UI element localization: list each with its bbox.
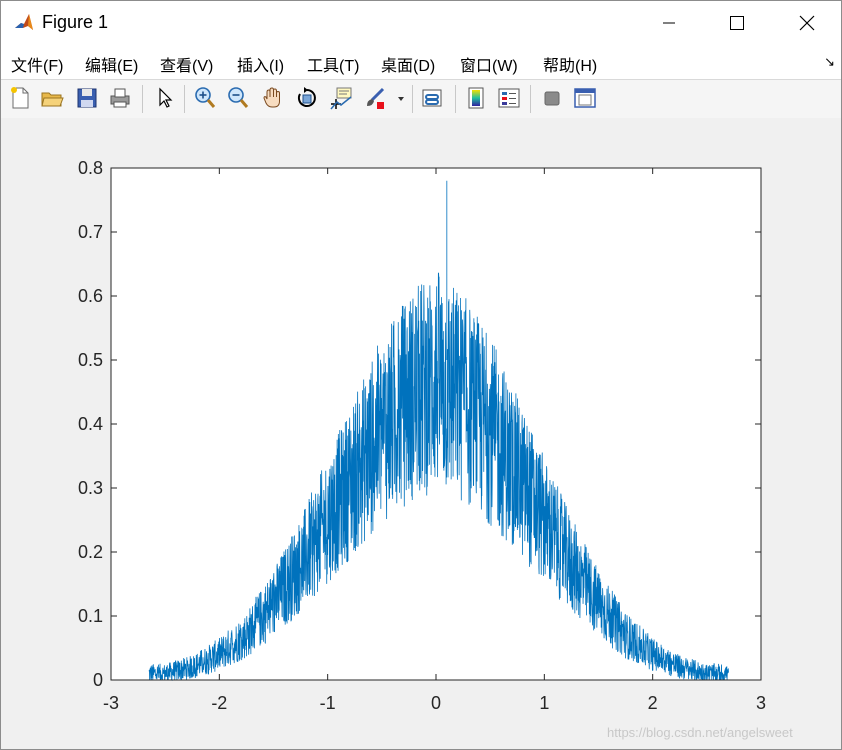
- x-tick-label: 2: [648, 693, 658, 713]
- y-tick-label: 0.6: [78, 286, 103, 306]
- show-plot-tools-icon[interactable]: [572, 85, 598, 111]
- minimize-icon: [663, 22, 675, 24]
- x-tick-label: 0: [431, 693, 441, 713]
- y-tick-label: 0.4: [78, 414, 103, 434]
- close-icon: [799, 15, 815, 31]
- x-tick-label: -1: [320, 693, 336, 713]
- dock-arrow-icon[interactable]: ↘: [824, 54, 835, 70]
- title-bar[interactable]: Figure 1: [1, 1, 841, 45]
- brush-icon[interactable]: [362, 85, 388, 111]
- close-button[interactable]: [779, 1, 835, 45]
- x-tick-label: 1: [539, 693, 549, 713]
- menu-tools[interactable]: 工具(T): [307, 52, 359, 76]
- y-tick-label: 0.7: [78, 222, 103, 242]
- new-figure-icon[interactable]: [7, 85, 33, 111]
- menu-file[interactable]: 文件(F): [11, 52, 63, 76]
- insert-colorbar-icon[interactable]: [463, 85, 489, 111]
- x-tick-label: 3: [756, 693, 766, 713]
- zoom-out-icon[interactable]: [225, 85, 251, 111]
- print-icon[interactable]: [107, 85, 133, 111]
- menu-help[interactable]: 帮助(H): [543, 52, 597, 76]
- menu-bar: 文件(F) 编辑(E) 查看(V) 插入(I) 工具(T) 桌面(D) 窗口(W…: [1, 45, 841, 79]
- toolbar-separator: [412, 85, 413, 113]
- y-tick-label: 0.1: [78, 606, 103, 626]
- edit-plot-icon[interactable]: [152, 85, 178, 111]
- menu-insert[interactable]: 插入(I): [237, 52, 284, 76]
- hide-plot-tools-icon[interactable]: [539, 85, 565, 111]
- x-tick-label: -2: [211, 693, 227, 713]
- window-title: Figure 1: [42, 12, 109, 32]
- rotate-3d-icon[interactable]: [294, 85, 320, 111]
- figure-window: Figure 1 文件(F) 编辑(E) 查看(V) 插入(I) 工具(T) 桌…: [0, 0, 842, 750]
- plot-axes[interactable]: -3 -2 -1 0 1 2 3 0 0.1 0.2 0.3 0.4 0.5 0.6 0.7 0.8: [1, 118, 841, 749]
- y-tick-label: 0.2: [78, 542, 103, 562]
- maximize-button[interactable]: [709, 1, 765, 45]
- save-icon[interactable]: [74, 85, 100, 111]
- pan-icon[interactable]: [260, 85, 286, 111]
- menu-view[interactable]: 查看(V): [160, 52, 213, 76]
- y-tick-label: 0.8: [78, 158, 103, 178]
- menu-desktop[interactable]: 桌面(D): [381, 52, 435, 76]
- toolbar-separator: [530, 85, 531, 113]
- toolbar-separator: [184, 85, 185, 113]
- insert-legend-icon[interactable]: [496, 85, 522, 111]
- brush-dropdown-icon[interactable]: [394, 85, 408, 111]
- figure-toolbar: [1, 79, 841, 119]
- watermark-text: https://blog.csdn.net/angelsweet: [607, 725, 793, 740]
- toolbar-separator: [142, 85, 143, 113]
- minimize-button[interactable]: [641, 1, 697, 45]
- menu-edit[interactable]: 编辑(E): [85, 52, 138, 76]
- x-tick-label: -3: [103, 693, 119, 713]
- matlab-logo-icon: [13, 12, 35, 34]
- y-tick-label: 0.5: [78, 350, 103, 370]
- y-tick-label: 0: [93, 670, 103, 690]
- open-file-icon[interactable]: [39, 85, 65, 111]
- toolbar-separator: [455, 85, 456, 113]
- zoom-in-icon[interactable]: [192, 85, 218, 111]
- menu-window[interactable]: 窗口(W): [460, 52, 518, 76]
- data-cursor-icon[interactable]: [328, 85, 354, 111]
- figure-canvas[interactable]: -3 -2 -1 0 1 2 3 0 0.1 0.2 0.3 0.4 0.5 0.6 0.7 0.8: [1, 118, 841, 749]
- maximize-icon: [730, 16, 744, 30]
- y-tick-label: 0.3: [78, 478, 103, 498]
- link-plot-icon[interactable]: [419, 85, 445, 111]
